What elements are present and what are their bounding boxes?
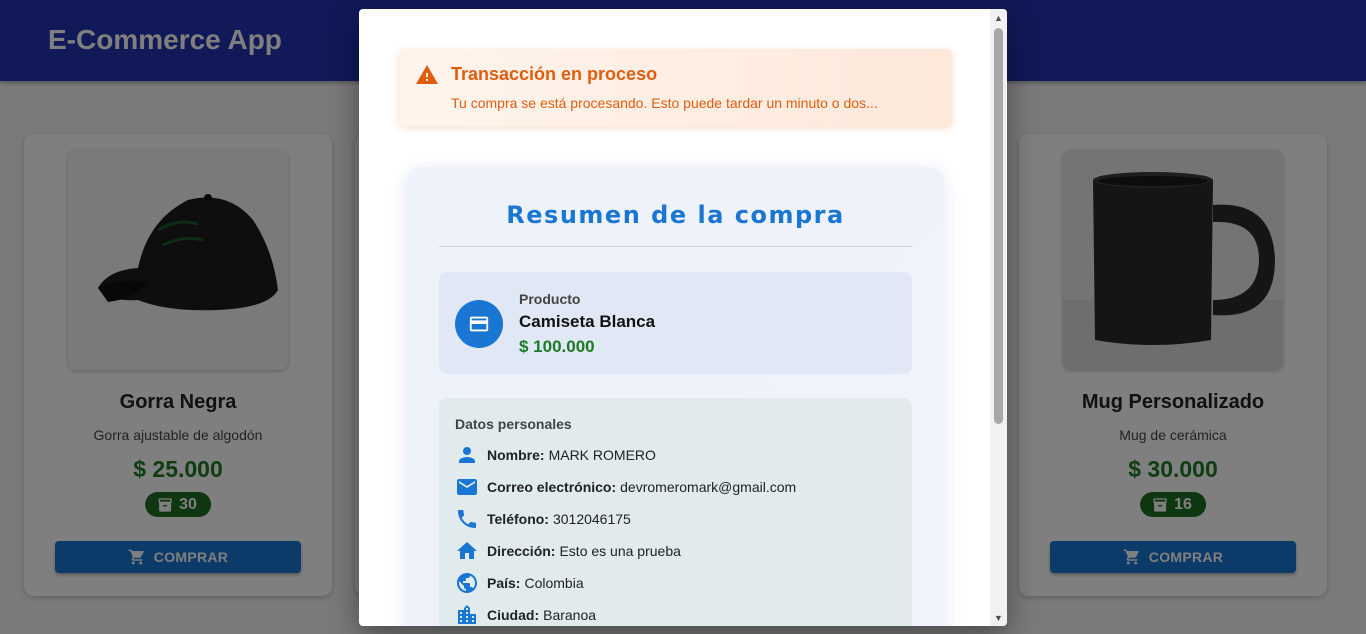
- scroll-down-arrow-icon[interactable]: ▼: [990, 609, 1007, 626]
- person-icon: [459, 447, 475, 463]
- product-summary: Producto Camiseta Blanca $ 100.000: [439, 272, 912, 374]
- divider: [439, 246, 912, 247]
- scroll-thumb[interactable]: [994, 28, 1003, 424]
- info-label: Nombre:: [487, 447, 545, 463]
- summary-product-name: Camiseta Blanca: [519, 312, 656, 331]
- info-label: Teléfono:: [487, 511, 549, 527]
- credit-card-icon: [469, 316, 489, 332]
- alert-title: Transacción en proceso: [451, 64, 658, 84]
- processing-alert: Transacción en proceso Tu compra se está…: [399, 49, 952, 126]
- email-icon: [457, 479, 477, 495]
- warning-icon: [416, 65, 438, 84]
- info-value: Esto es una prueba: [559, 543, 681, 559]
- info-label: Ciudad:: [487, 607, 540, 623]
- info-value: devromeromark@gmail.com: [620, 479, 797, 495]
- summary-product-price: $ 100.000: [519, 337, 595, 356]
- phone-icon: [458, 510, 476, 528]
- purchase-dialog: Transacción en proceso Tu compra se está…: [359, 9, 1007, 626]
- city-icon: [458, 605, 476, 624]
- summary-title: Resumen de la compra: [506, 201, 845, 229]
- info-row-address: Dirección: Esto es una prueba: [455, 539, 681, 563]
- info-value: 3012046175: [552, 511, 631, 527]
- info-row-email: Correo electrónico: devromeromark@gmail.…: [455, 475, 796, 499]
- info-value: Baranoa: [543, 607, 597, 623]
- personal-data: Datos personales Nombre: MARK ROMERO Cor…: [439, 398, 912, 626]
- info-row-phone: Teléfono: 3012046175: [455, 507, 631, 531]
- purchase-summary: Resumen de la compra Producto Camiseta B…: [407, 167, 944, 626]
- alert-message: Tu compra se está procesando. Esto puede…: [451, 95, 878, 111]
- personal-data-title: Datos personales: [455, 416, 572, 432]
- info-value: MARK ROMERO: [548, 447, 656, 463]
- info-label: Dirección:: [487, 543, 556, 559]
- info-label: País:: [487, 575, 521, 591]
- info-row-name: Nombre: MARK ROMERO: [455, 443, 656, 467]
- product-label: Producto: [519, 291, 581, 307]
- info-label: Correo electrónico:: [487, 479, 617, 495]
- product-avatar: [455, 300, 503, 348]
- globe-icon: [457, 573, 477, 593]
- home-icon: [457, 542, 477, 559]
- dialog-scrollbar[interactable]: ▲ ▼: [990, 9, 1007, 626]
- info-value: Colombia: [524, 575, 584, 591]
- info-row-city: Ciudad: Baranoa: [455, 603, 596, 626]
- scroll-up-arrow-icon[interactable]: ▲: [990, 9, 1007, 26]
- info-row-country: País: Colombia: [455, 571, 584, 595]
